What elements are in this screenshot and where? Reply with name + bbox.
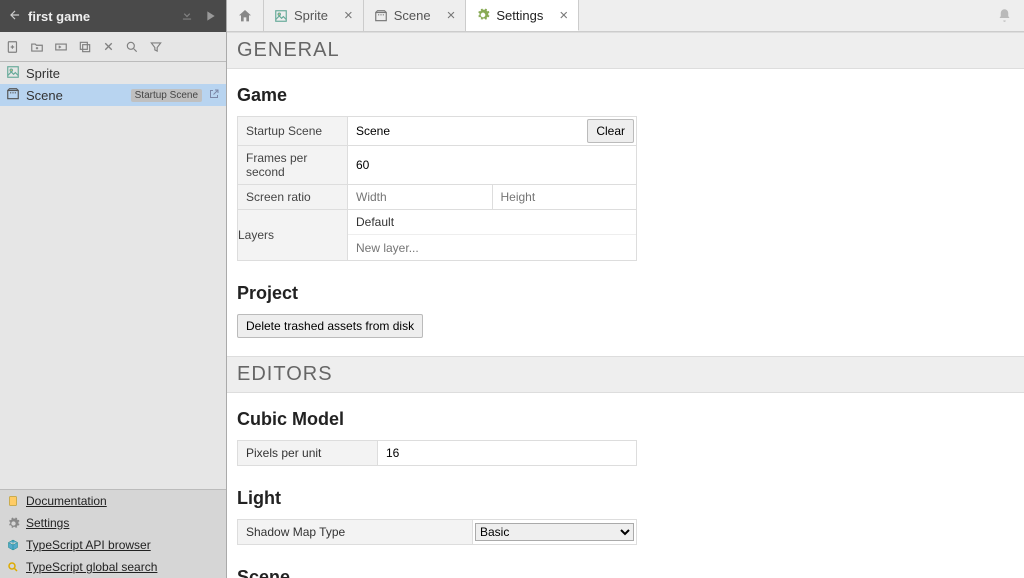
clear-button[interactable]: Clear (587, 119, 634, 143)
delete-icon[interactable] (102, 40, 115, 53)
subheading-project: Project (237, 283, 1014, 304)
home-icon (237, 8, 253, 24)
sidebar-header: first game (0, 0, 226, 32)
settings-content: GENERAL Game Startup Scene Clear (227, 32, 1024, 578)
main-panel: Sprite × Scene × Settings × GENERAL Game (227, 0, 1024, 578)
fps-label: Frames per second (238, 146, 348, 185)
rename-icon[interactable] (54, 40, 68, 54)
gear-icon (476, 8, 490, 22)
fps-input[interactable] (356, 156, 628, 174)
subheading-cubic: Cubic Model (237, 409, 1014, 430)
project-title: first game (28, 9, 172, 24)
ppu-input[interactable] (386, 446, 628, 460)
layers-label: Layers (238, 210, 348, 261)
duplicate-icon[interactable] (78, 40, 92, 54)
section-header-general: GENERAL (227, 32, 1024, 69)
footer-documentation[interactable]: Documentation (0, 490, 226, 512)
subheading-scene: Scene (237, 567, 1014, 578)
tab-sprite[interactable]: Sprite × (264, 0, 364, 31)
ratio-width-input[interactable] (348, 185, 493, 209)
tab-label: Scene (394, 8, 431, 23)
sprite-icon (6, 65, 20, 82)
subheading-game: Game (237, 85, 1014, 106)
startup-scene-badge: Startup Scene (131, 89, 202, 102)
asset-list: Sprite Scene Startup Scene (0, 62, 226, 489)
section-header-editors: EDITORS (227, 356, 1024, 393)
tab-home[interactable] (227, 0, 264, 31)
shadow-map-label: Shadow Map Type (238, 520, 473, 545)
tabbar: Sprite × Scene × Settings × (227, 0, 1024, 32)
cubic-settings-table: Pixels per unit (237, 440, 637, 466)
ratio-height-input[interactable] (493, 185, 637, 209)
close-icon[interactable]: × (447, 7, 456, 24)
tab-settings[interactable]: Settings × (466, 0, 579, 31)
search-yellow-icon (6, 561, 20, 573)
back-arrow-icon[interactable] (8, 8, 22, 25)
sidebar-footer: Documentation Settings TypeScript API br… (0, 489, 226, 578)
asset-row-scene[interactable]: Scene Startup Scene (0, 84, 226, 106)
subheading-light: Light (237, 488, 1014, 509)
asset-label: Scene (26, 88, 125, 103)
close-icon[interactable]: × (344, 7, 353, 24)
screen-ratio-label: Screen ratio (238, 185, 348, 210)
footer-label: Settings (26, 516, 69, 530)
scene-icon (6, 87, 20, 104)
game-settings-table: Startup Scene Clear Frames per second (237, 116, 637, 261)
ppu-label: Pixels per unit (238, 441, 378, 466)
footer-label: Documentation (26, 494, 107, 508)
startup-scene-label: Startup Scene (238, 117, 348, 146)
open-external-icon[interactable] (208, 88, 220, 103)
startup-scene-input[interactable] (348, 117, 585, 145)
footer-ts-search[interactable]: TypeScript global search (0, 556, 226, 578)
tab-scene[interactable]: Scene × (364, 0, 467, 31)
sprite-icon (274, 9, 288, 23)
notifications-icon[interactable] (997, 8, 1012, 26)
asset-label: Sprite (26, 66, 220, 81)
sidebar-toolbar (0, 32, 226, 62)
delete-trashed-button[interactable]: Delete trashed assets from disk (237, 314, 423, 338)
footer-label: TypeScript API browser (26, 538, 151, 552)
footer-ts-api[interactable]: TypeScript API browser (0, 534, 226, 556)
cube-icon (6, 539, 20, 551)
filter-icon[interactable] (149, 40, 163, 54)
footer-label: TypeScript global search (26, 560, 157, 574)
play-icon[interactable] (202, 8, 218, 24)
new-layer-input[interactable] (356, 239, 628, 257)
sidebar: first game Sprite Scene (0, 0, 227, 578)
tab-label: Settings (496, 8, 543, 23)
gear-icon (6, 517, 20, 530)
asset-row-sprite[interactable]: Sprite (0, 62, 226, 84)
footer-settings[interactable]: Settings (0, 512, 226, 534)
download-icon[interactable] (180, 8, 194, 25)
layer-default[interactable]: Default (348, 210, 636, 235)
light-settings-table: Shadow Map Type Basic (237, 519, 637, 545)
new-folder-icon[interactable] (30, 40, 44, 54)
tab-label: Sprite (294, 8, 328, 23)
doc-icon (6, 495, 20, 507)
scene-icon (374, 9, 388, 23)
shadow-map-select[interactable]: Basic (475, 523, 634, 541)
close-icon[interactable]: × (559, 7, 568, 24)
search-icon[interactable] (125, 40, 139, 54)
new-file-icon[interactable] (6, 40, 20, 54)
